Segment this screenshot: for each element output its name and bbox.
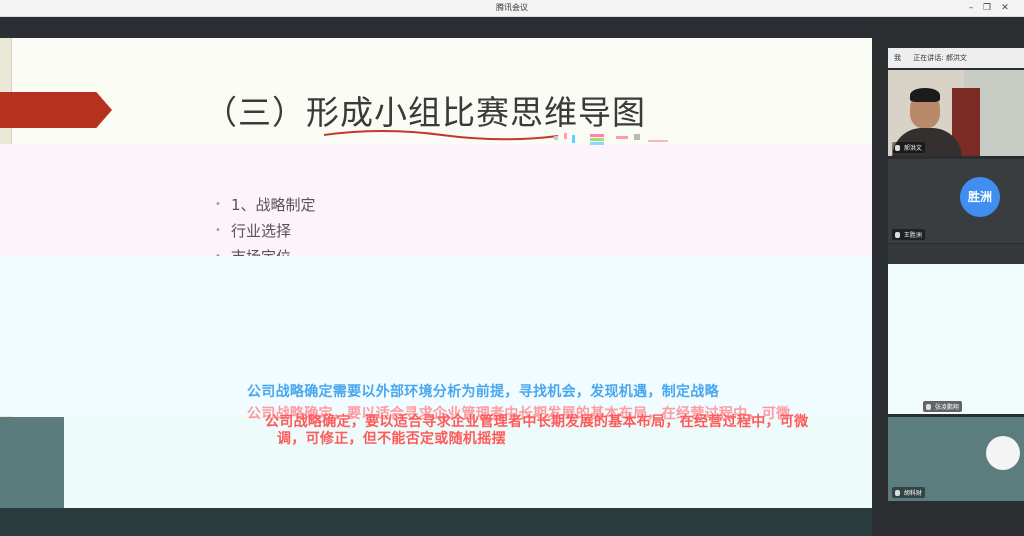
participant-name: 郝洪文 <box>903 145 922 152</box>
me-label: 我 <box>894 54 901 62</box>
slide-overlay-text: 调，可修正，但不能否定或随机摇摆 <box>277 431 506 447</box>
slide-overlay-text: 公司战略确定需要以外部环境分析为前提，寻找机会，发现机遇，制定战略 <box>247 384 719 400</box>
microphone-icon <box>926 404 931 410</box>
microphone-icon <box>895 145 900 151</box>
avatar <box>986 436 1020 470</box>
minimize-icon[interactable]: – <box>964 1 978 15</box>
stage-top-bar <box>0 17 872 38</box>
bullet-item: 1、战略制定 <box>215 192 316 218</box>
participant-tile[interactable]: 胜洲 王胜洲 <box>888 159 1024 243</box>
render-artifact-band <box>888 244 1024 264</box>
pixel-noise <box>554 133 668 145</box>
presentation-slide: （三）形成小组比赛思维导图 1、战略制定 行业选择 市场定位 <box>0 38 872 536</box>
participant-tile[interactable]: 郝洪文 <box>888 70 1024 156</box>
participant-video <box>910 88 940 102</box>
participant-name-tag: 张凌鹏翔 <box>923 401 962 412</box>
avatar: 胜洲 <box>960 177 1000 217</box>
slide-title-tab <box>0 92 112 128</box>
render-artifact-band <box>888 244 1024 414</box>
title-underline <box>323 130 559 141</box>
participant-name: 王胜洲 <box>903 232 922 239</box>
window-title: 腾讯会议 <box>496 3 528 12</box>
participant-name-tag: 郝洪文 <box>892 142 925 153</box>
participant-panel: 我 正在讲话: 郝洪文 郝洪文 胜洲 王胜洲 张凌鹏翔 胡科财 <box>872 17 1024 536</box>
bullet-item: 行业选择 <box>215 218 316 244</box>
stage-bottom-bar <box>0 508 872 536</box>
microphone-icon <box>895 232 900 238</box>
close-icon[interactable]: ✕ <box>998 1 1012 15</box>
speaking-indicator: 我 正在讲话: 郝洪文 <box>888 48 1024 68</box>
microphone-icon <box>895 490 900 496</box>
participant-name: 张凌鹏翔 <box>934 404 959 411</box>
title-bar: 腾讯会议 – ❐ ✕ <box>0 0 1024 17</box>
participant-name-tag: 王胜洲 <box>892 229 925 240</box>
render-artifact-band <box>0 144 872 274</box>
participant-name-tag: 胡科财 <box>892 487 925 498</box>
restore-icon[interactable]: ❐ <box>980 1 994 15</box>
participant-name: 胡科财 <box>903 490 922 497</box>
shared-screen: （三）形成小组比赛思维导图 1、战略制定 行业选择 市场定位 <box>0 17 872 536</box>
slide-title: （三）形成小组比赛思维导图 <box>204 93 646 132</box>
participant-tile[interactable]: 胡科财 <box>888 417 1024 501</box>
speaking-text: 正在讲话: 郝洪文 <box>913 54 967 62</box>
